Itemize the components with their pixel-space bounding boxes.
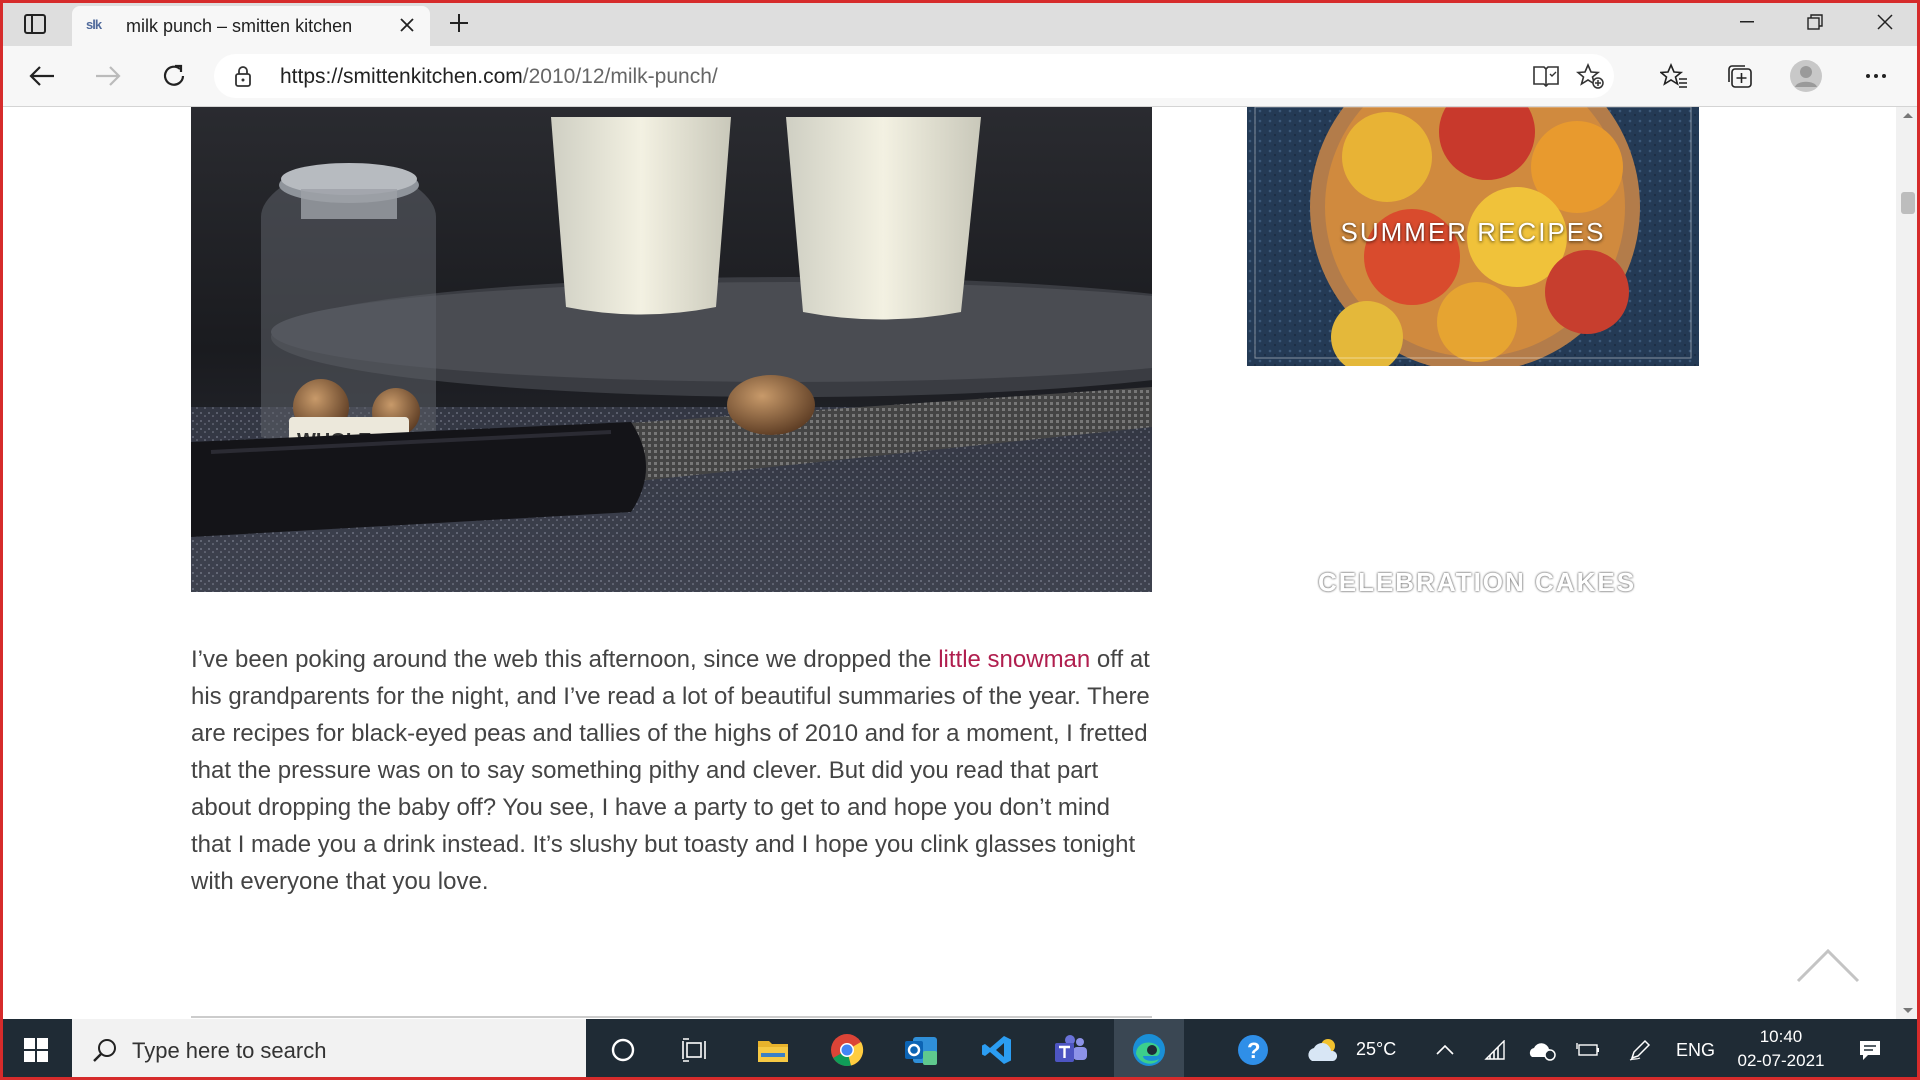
browser-toolbar: https://smittenkitchen.com/2010/12/milk-… <box>0 46 1920 107</box>
address-bar[interactable]: https://smittenkitchen.com/2010/12/milk-… <box>214 54 1614 98</box>
summer-recipes-tile[interactable]: SUMMER RECIPES <box>1247 107 1699 366</box>
close-icon <box>1877 14 1893 30</box>
tab-title: milk punch – smitten kitchen <box>126 16 353 36</box>
profile-button[interactable] <box>1786 58 1826 94</box>
settings-more-button[interactable] <box>1856 58 1896 94</box>
tab-strip: slk milk punch – smitten kitchen <box>0 0 1920 46</box>
plus-icon <box>450 14 468 32</box>
more-icon <box>1866 74 1886 78</box>
windows-logo-icon <box>24 1037 48 1062</box>
back-button[interactable] <box>22 58 62 94</box>
little-snowman-link[interactable]: little snowman <box>938 646 1090 673</box>
onedrive-icon <box>1529 1042 1556 1061</box>
weather-temperature[interactable]: 25°C <box>1356 1039 1396 1060</box>
immersive-reader-button[interactable] <box>1526 58 1566 94</box>
help-icon: ? <box>1238 1034 1268 1065</box>
edge-button[interactable] <box>1114 1019 1184 1080</box>
forward-button[interactable] <box>88 58 128 94</box>
scroll-up-icon[interactable] <box>1902 111 1914 119</box>
minimize-icon <box>1740 21 1754 23</box>
battery-button[interactable] <box>1568 1019 1608 1080</box>
lock-icon[interactable] <box>234 65 252 87</box>
task-view-icon <box>682 1037 706 1062</box>
tab-actions-button[interactable] <box>18 9 52 39</box>
tab-close-button[interactable] <box>396 14 418 36</box>
outlook-app-button[interactable] <box>890 1019 952 1080</box>
tab-actions-icon <box>24 14 46 34</box>
notifications-button[interactable] <box>1840 1019 1900 1080</box>
onedrive-button[interactable] <box>1522 1019 1562 1080</box>
chrome-button[interactable] <box>816 1019 878 1080</box>
search-icon <box>93 1039 116 1062</box>
hero-image-milk-punch: WHOLE <box>191 107 1152 592</box>
start-button[interactable] <box>4 1019 68 1080</box>
chevron-up-icon <box>1796 948 1860 983</box>
folder-icon <box>758 1040 788 1062</box>
back-to-top-button[interactable] <box>1796 945 1860 985</box>
battery-icon <box>1576 1042 1599 1056</box>
content-divider <box>191 1016 1152 1018</box>
pen-icon <box>1629 1039 1651 1061</box>
arrow-right-icon <box>96 66 121 86</box>
edge-icon <box>1133 1033 1165 1066</box>
teams-icon <box>1055 1034 1087 1062</box>
wifi-icon <box>1484 1039 1505 1060</box>
cortana-button[interactable] <box>592 1019 654 1080</box>
vscode-button[interactable] <box>966 1019 1028 1080</box>
outlook-icon <box>905 1036 937 1065</box>
windows-taskbar: Type here to search ? 25°C ENG 10:40 02-… <box>0 1019 1920 1080</box>
vertical-scrollbar[interactable] <box>1896 107 1920 1019</box>
system-clock[interactable]: 10:40 02-07-2021 <box>1726 1025 1836 1073</box>
partly-cloudy-icon <box>1308 1038 1338 1061</box>
search-placeholder: Type here to search <box>132 1038 327 1063</box>
article-paragraph: I’ve been poking around the web this aft… <box>191 646 1150 895</box>
clock-date: 02-07-2021 <box>1737 1051 1825 1070</box>
favorites-button[interactable] <box>1654 58 1694 94</box>
clock-time: 10:40 <box>1759 1027 1803 1046</box>
help-button[interactable]: ? <box>1222 1019 1284 1080</box>
file-explorer-button[interactable] <box>742 1019 804 1080</box>
celebration-cakes-link[interactable]: CELEBRATION CAKES <box>1247 567 1707 598</box>
pen-button[interactable] <box>1620 1019 1660 1080</box>
scroll-thumb[interactable] <box>1901 192 1915 214</box>
close-icon <box>400 18 414 32</box>
immersive-reader-icon <box>1533 66 1559 88</box>
refresh-button[interactable] <box>154 58 194 94</box>
add-favorite-button[interactable] <box>1570 58 1610 94</box>
language-indicator[interactable]: ENG <box>1676 1040 1715 1061</box>
chrome-icon <box>831 1033 864 1066</box>
weather-button[interactable] <box>1298 1019 1348 1080</box>
collections-button[interactable] <box>1720 58 1760 94</box>
close-window-button[interactable] <box>1852 0 1918 44</box>
collections-icon <box>1728 65 1752 88</box>
vscode-icon <box>982 1035 1011 1064</box>
notification-icon <box>1860 1040 1880 1060</box>
cortana-icon <box>611 1038 635 1061</box>
task-view-button[interactable] <box>664 1019 726 1080</box>
minimize-button[interactable] <box>1714 0 1780 44</box>
site-favicon-icon: slk <box>86 17 102 32</box>
show-hidden-icons-button[interactable] <box>1430 1019 1460 1080</box>
arrow-left-icon <box>29 66 54 86</box>
restore-icon <box>1807 14 1823 30</box>
teams-button[interactable] <box>1040 1019 1102 1080</box>
page-content: WHOLE SUMMER RECIPES CELEBRATION <box>0 107 1896 1019</box>
refresh-icon <box>163 64 185 86</box>
avatar-icon <box>1790 60 1822 92</box>
svg-text:?: ? <box>1247 1038 1260 1063</box>
restore-button[interactable] <box>1782 0 1848 44</box>
wifi-button[interactable] <box>1478 1019 1512 1080</box>
favorites-icon <box>1660 63 1687 88</box>
new-tab-button[interactable] <box>442 8 476 38</box>
tab-milk-punch[interactable]: slk milk punch – smitten kitchen <box>72 6 430 46</box>
taskbar-search-box[interactable]: Type here to search <box>72 1019 586 1080</box>
milk-punch-photo: WHOLE <box>191 107 1152 592</box>
star-plus-icon <box>1576 63 1604 89</box>
scroll-down-icon[interactable] <box>1902 1007 1914 1015</box>
summer-recipes-label: SUMMER RECIPES <box>1340 217 1606 247</box>
url-text[interactable]: https://smittenkitchen.com/2010/12/milk-… <box>280 65 718 89</box>
chevron-up-icon <box>1436 1044 1454 1055</box>
